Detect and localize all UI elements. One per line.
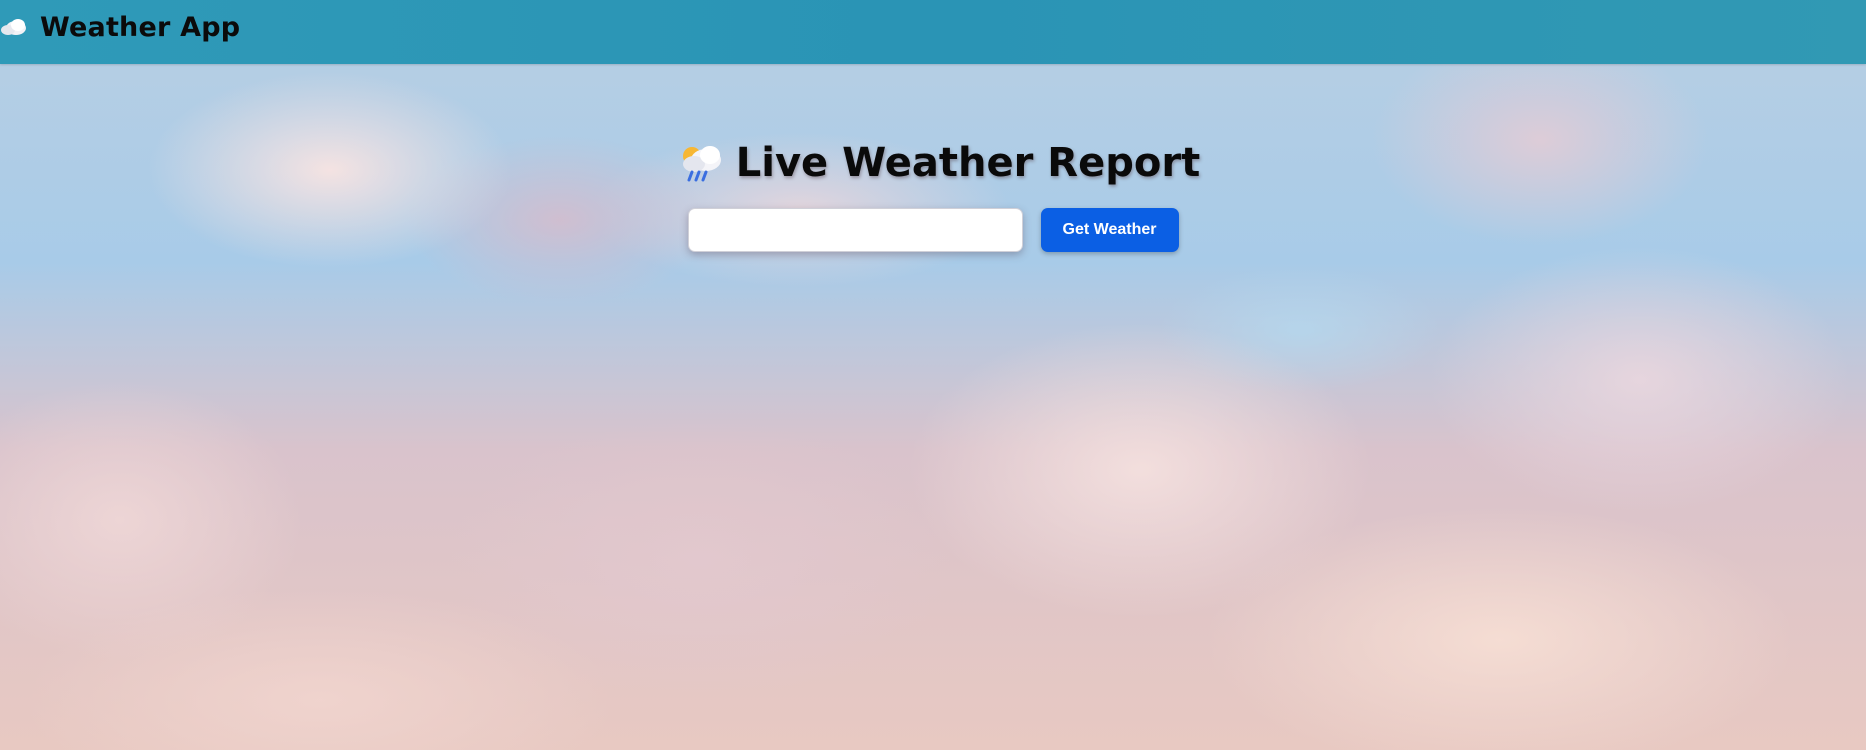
get-weather-button[interactable]: Get Weather — [1040, 208, 1179, 252]
top-navbar: Weather App — [0, 0, 1866, 64]
app-title: Weather App — [40, 11, 241, 43]
hero-title-row: Live Weather Report — [678, 140, 1200, 186]
cloud-rain-icon — [678, 140, 726, 186]
page-title: Live Weather Report — [735, 140, 1201, 186]
cloud-icon — [0, 17, 28, 37]
search-row: Get Weather — [687, 208, 1179, 252]
weather-app-page: Weather App Live Weather Report Get Weat… — [0, 0, 1866, 750]
city-search-input[interactable] — [687, 208, 1023, 252]
hero-section: Live Weather Report Get Weather — [0, 140, 1866, 252]
brand: Weather App — [0, 12, 240, 43]
